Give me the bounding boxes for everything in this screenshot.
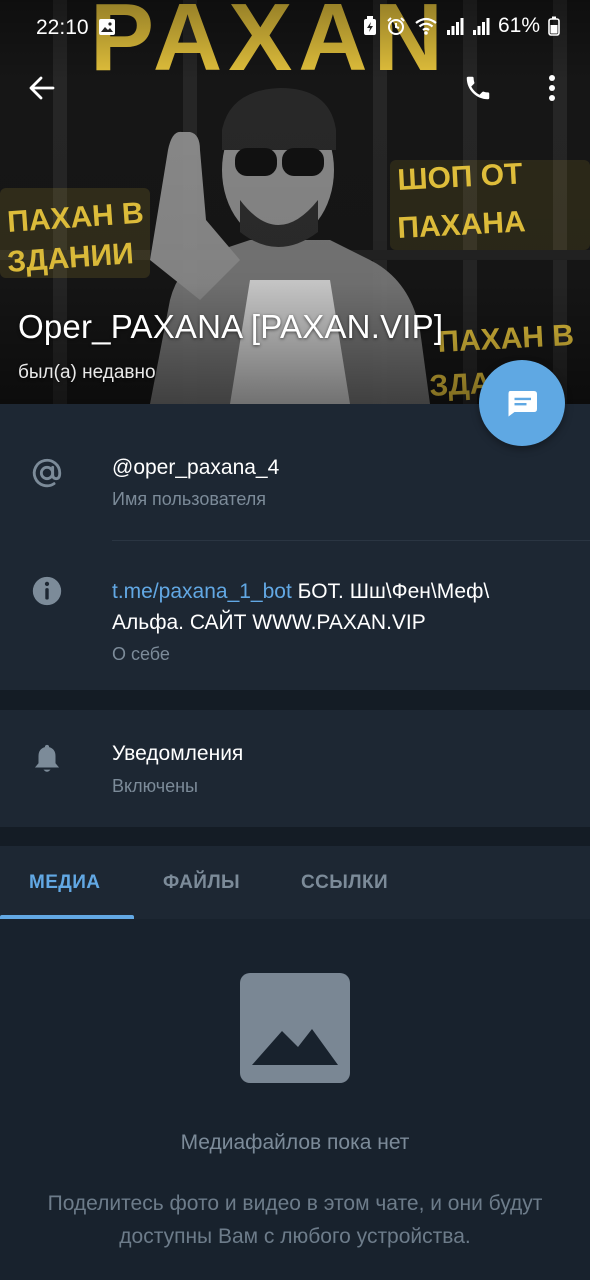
empty-state-description: Поделитесь фото и видео в этом чате, и о… (0, 1187, 590, 1253)
send-message-button[interactable] (479, 360, 565, 446)
image-placeholder-icon (240, 973, 350, 1083)
notifications-title: Уведомления (112, 742, 244, 765)
notifications-row[interactable]: Уведомления Включены (0, 710, 590, 827)
bio-link[interactable]: t.me/paxana_1_bot (112, 580, 292, 603)
info-divider (112, 540, 590, 541)
username-caption: Имя пользователя (112, 489, 267, 509)
bio-text: t.me/paxana_1_bot БОТ. Шш\Фен\Меф\ Альфа… (112, 576, 572, 638)
bio-text-line-2: Альфа. САЙТ WWW.PAXAN.VIP (112, 611, 426, 634)
empty-state-title: Медиафайлов пока нет (180, 1131, 410, 1154)
status-bar: 22:10 61% (0, 0, 590, 58)
tab-files[interactable]: ФАЙЛЫ (163, 872, 240, 894)
tab-links[interactable]: ССЫЛКИ (301, 872, 388, 894)
empty-state-description-line-1: Поделитесь фото и видео в этом чате, и о… (47, 1192, 543, 1215)
battery-percent: 61% (497, 14, 540, 37)
message-icon (508, 391, 537, 417)
at-sign-icon (30, 456, 64, 495)
call-button[interactable] (450, 60, 506, 116)
more-vertical-icon (549, 75, 555, 101)
info-icon (30, 574, 64, 613)
status-time: 22:10 (36, 16, 89, 39)
phone-icon (466, 76, 490, 100)
empty-state-description-line-2: доступны Вам с любого устройства. (119, 1225, 471, 1248)
signal-icon-1 (446, 16, 464, 36)
media-empty-state: Медиафайлов пока нет Поделитесь фото и в… (0, 919, 590, 1280)
signal-icon-2 (472, 16, 490, 36)
last-seen-status: был(а) недавно (18, 362, 156, 383)
arrow-left-icon (29, 76, 55, 100)
username-value[interactable]: @oper_paxana_4 (112, 456, 279, 480)
profile-name: Oper_PAXANA [PAXAN.VIP] (18, 308, 444, 345)
battery-icon (548, 16, 560, 36)
tab-media[interactable]: МЕДИА (29, 872, 100, 894)
info-section: @oper_paxana_4 Имя пользователя t.me/pax… (0, 404, 590, 690)
bio-text-line-1: БОТ. Шш\Фен\Меф\ (291, 580, 490, 603)
bell-icon (30, 742, 64, 781)
alarm-icon (386, 16, 406, 36)
profile-header: PAXAN ПАХАН В ЗДАНИИ ШОП ОТ ПАХАНА ПАХАН… (0, 0, 590, 404)
media-tabs: МЕДИА ФАЙЛЫ ССЫЛКИ (0, 846, 590, 919)
notifications-state: Включены (112, 776, 198, 796)
back-button[interactable] (14, 60, 70, 116)
section-gap (0, 827, 590, 846)
status-icons: 61% (362, 14, 560, 38)
bio-caption: О себе (112, 644, 170, 664)
gallery-notification-icon (98, 18, 116, 42)
wifi-icon (414, 16, 438, 36)
more-options-button[interactable] (524, 60, 580, 116)
section-gap (0, 690, 590, 710)
battery-saver-icon (362, 16, 378, 36)
